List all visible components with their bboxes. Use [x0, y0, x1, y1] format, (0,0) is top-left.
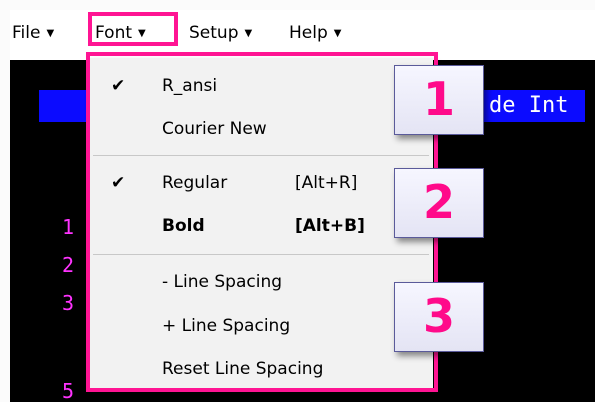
- chevron-down-icon: ▼: [46, 28, 55, 39]
- chevron-down-icon: ▼: [244, 28, 253, 39]
- line-number: 3: [62, 291, 75, 315]
- callout-number: 3: [422, 289, 455, 343]
- line-number: 5: [62, 379, 75, 403]
- callout-2: 2: [394, 168, 484, 238]
- menu-help[interactable]: Help ▼: [289, 21, 341, 45]
- window-top-border: [0, 0, 595, 10]
- callout-1: 1: [394, 65, 484, 135]
- font-menu-highlight: [88, 12, 178, 46]
- window-left-border: [0, 0, 10, 402]
- terminal-header-text: de Int: [489, 93, 569, 118]
- callout-number: 2: [422, 175, 455, 229]
- menu-file-label: File: [12, 23, 41, 43]
- menu-setup-label: Setup: [189, 23, 239, 43]
- menu-help-label: Help: [289, 23, 328, 43]
- dropdown-highlight: [86, 52, 438, 392]
- line-number: 2: [62, 253, 75, 277]
- menu-setup[interactable]: Setup ▼: [189, 21, 252, 45]
- callout-number: 1: [422, 72, 455, 126]
- line-number: 1: [62, 215, 75, 239]
- callout-3: 3: [394, 282, 484, 352]
- chevron-down-icon: ▼: [333, 28, 342, 39]
- menu-file[interactable]: File ▼: [12, 21, 54, 45]
